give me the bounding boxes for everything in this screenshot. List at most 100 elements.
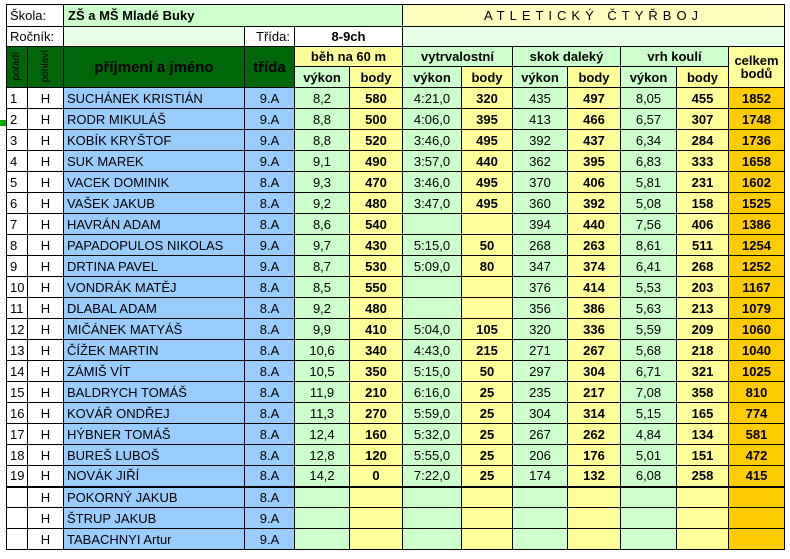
shot-put-pts-cell[interactable]: 213 (676, 297, 729, 319)
endurance-pts-cell[interactable]: 25 (461, 444, 513, 466)
rank-cell[interactable]: 2 (6, 108, 28, 130)
class-cell[interactable]: 9.A (244, 255, 295, 277)
run60-pts-cell[interactable]: 410 (349, 318, 403, 340)
class-cell[interactable]: 8.A (244, 318, 295, 340)
rank-cell[interactable] (6, 528, 28, 550)
rank-cell[interactable]: 15 (6, 381, 28, 403)
endurance-pts-cell[interactable]: 25 (461, 465, 513, 487)
class-cell[interactable]: 9.A (244, 507, 295, 529)
long-jump-pts-cell[interactable]: 217 (567, 381, 621, 403)
run60-perf-cell[interactable]: 8,2 (294, 87, 350, 109)
shot-put-perf-cell[interactable]: 7,56 (620, 213, 677, 235)
endurance-perf-cell[interactable]: 5:55,0 (402, 444, 462, 466)
shot-put-pts-cell[interactable]: 455 (676, 87, 729, 109)
shot-put-pts-cell[interactable]: 203 (676, 276, 729, 298)
run60-perf-cell[interactable] (294, 507, 350, 529)
endurance-pts-cell[interactable] (461, 213, 513, 235)
shot-put-perf-cell[interactable]: 5,81 (620, 171, 677, 193)
long-jump-perf-cell[interactable] (512, 485, 568, 508)
endurance-perf-cell[interactable]: 5:59,0 (402, 402, 462, 424)
rank-cell[interactable]: 12 (6, 318, 28, 340)
run60-perf-cell[interactable]: 10,5 (294, 360, 350, 382)
shot-put-pts-cell[interactable]: 333 (676, 150, 729, 172)
long-jump-perf-cell[interactable]: 370 (512, 171, 568, 193)
long-jump-pts-cell[interactable] (567, 528, 621, 550)
rank-cell[interactable]: 6 (6, 192, 28, 214)
run60-perf-cell[interactable]: 10,6 (294, 339, 350, 361)
endurance-perf-cell[interactable]: 5:09,0 (402, 255, 462, 277)
run60-perf-cell[interactable]: 9,9 (294, 318, 350, 340)
total-cell[interactable]: 1658 (728, 150, 785, 172)
endurance-pts-cell[interactable]: 395 (461, 108, 513, 130)
shot-put-pts-cell[interactable] (676, 507, 729, 529)
rank-cell[interactable]: 9 (6, 255, 28, 277)
long-jump-perf-cell[interactable]: 413 (512, 108, 568, 130)
shot-put-perf-cell[interactable]: 6,57 (620, 108, 677, 130)
shot-put-pts-cell[interactable]: 268 (676, 255, 729, 277)
run60-perf-cell[interactable] (294, 528, 350, 550)
run60-perf-cell[interactable] (294, 485, 350, 508)
endurance-perf-cell[interactable]: 5:15,0 (402, 360, 462, 382)
class-cell[interactable]: 9.A (244, 234, 295, 256)
long-jump-pts-cell[interactable]: 304 (567, 360, 621, 382)
sex-cell[interactable]: H (27, 507, 64, 529)
sex-cell[interactable]: H (27, 297, 64, 319)
endurance-pts-cell[interactable] (461, 297, 513, 319)
run60-pts-cell[interactable]: 210 (349, 381, 403, 403)
run60-pts-cell[interactable]: 540 (349, 213, 403, 235)
endurance-perf-cell[interactable]: 3:57,0 (402, 150, 462, 172)
run60-pts-cell[interactable]: 520 (349, 129, 403, 151)
endurance-pts-cell[interactable]: 25 (461, 402, 513, 424)
run60-perf-cell[interactable]: 8,5 (294, 276, 350, 298)
run60-pts-cell[interactable]: 480 (349, 192, 403, 214)
endurance-pts-cell[interactable]: 80 (461, 255, 513, 277)
long-jump-pts-cell[interactable]: 395 (567, 150, 621, 172)
shot-put-perf-cell[interactable]: 4,84 (620, 423, 677, 445)
endurance-perf-cell[interactable]: 3:47,0 (402, 192, 462, 214)
total-cell[interactable] (728, 507, 785, 529)
shot-put-pts-cell[interactable]: 165 (676, 402, 729, 424)
sex-cell[interactable]: H (27, 423, 64, 445)
rank-cell[interactable]: 5 (6, 171, 28, 193)
shot-put-pts-cell[interactable]: 218 (676, 339, 729, 361)
endurance-perf-cell[interactable] (402, 528, 462, 550)
endurance-pts-cell[interactable] (461, 276, 513, 298)
endurance-pts-cell[interactable]: 495 (461, 129, 513, 151)
long-jump-perf-cell[interactable]: 320 (512, 318, 568, 340)
shot-put-pts-cell[interactable]: 258 (676, 465, 729, 487)
long-jump-perf-cell[interactable]: 174 (512, 465, 568, 487)
class-cell[interactable]: 9.A (244, 528, 295, 550)
name-cell[interactable]: TABACHNYI Artur (63, 528, 245, 550)
endurance-pts-cell[interactable] (461, 507, 513, 529)
name-cell[interactable]: RODR MIKULÁŠ (63, 108, 245, 130)
long-jump-perf-cell[interactable]: 206 (512, 444, 568, 466)
total-cell[interactable]: 1525 (728, 192, 785, 214)
run60-pts-cell[interactable]: 160 (349, 423, 403, 445)
class-cell[interactable]: 9.A (244, 108, 295, 130)
class-cell[interactable]: 8.A (244, 192, 295, 214)
shot-put-perf-cell[interactable]: 6,41 (620, 255, 677, 277)
long-jump-pts-cell[interactable]: 314 (567, 402, 621, 424)
run60-perf-cell[interactable]: 8,7 (294, 255, 350, 277)
long-jump-pts-cell[interactable]: 132 (567, 465, 621, 487)
sex-cell[interactable]: H (27, 465, 64, 487)
long-jump-pts-cell[interactable]: 440 (567, 213, 621, 235)
shot-put-perf-cell[interactable] (620, 507, 677, 529)
total-cell[interactable]: 1602 (728, 171, 785, 193)
run60-perf-cell[interactable]: 9,3 (294, 171, 350, 193)
run60-perf-cell[interactable]: 12,8 (294, 444, 350, 466)
run60-pts-cell[interactable]: 550 (349, 276, 403, 298)
class-cell[interactable]: 9.A (244, 87, 295, 109)
class-cell[interactable]: 8.A (244, 360, 295, 382)
run60-pts-cell[interactable]: 270 (349, 402, 403, 424)
shot-put-pts-cell[interactable]: 307 (676, 108, 729, 130)
class-cell[interactable]: 9.A (244, 129, 295, 151)
endurance-pts-cell[interactable]: 215 (461, 339, 513, 361)
rank-cell[interactable]: 11 (6, 297, 28, 319)
shot-put-pts-cell[interactable]: 134 (676, 423, 729, 445)
rank-cell[interactable]: 18 (6, 444, 28, 466)
long-jump-perf-cell[interactable]: 362 (512, 150, 568, 172)
grade-value[interactable]: 8-9ch (294, 26, 403, 47)
total-cell[interactable]: 1079 (728, 297, 785, 319)
run60-pts-cell[interactable]: 490 (349, 150, 403, 172)
